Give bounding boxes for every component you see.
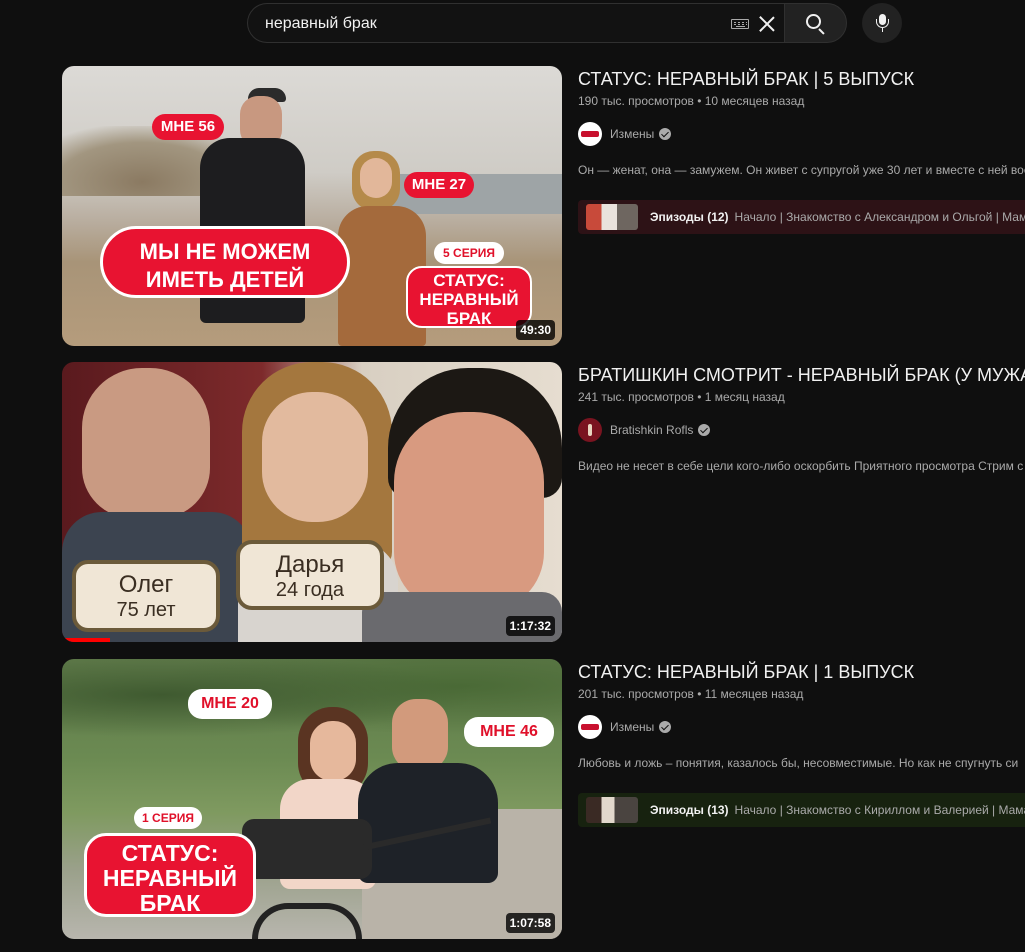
upload-age: 10 месяцев назад bbox=[704, 94, 805, 108]
channel-avatar[interactable] bbox=[578, 122, 602, 146]
episodes-strip[interactable]: Эпизоды (13) Начало | Знакомство с Кирил… bbox=[578, 793, 1025, 827]
view-count: 190 тыс. просмотров bbox=[578, 94, 694, 108]
search-icon bbox=[806, 14, 821, 29]
verified-icon bbox=[698, 424, 711, 436]
search-icon-handle bbox=[818, 28, 825, 35]
video-description: Он — женат, она — замужем. Он живет с су… bbox=[578, 163, 1025, 177]
watch-progress-bar bbox=[62, 638, 110, 642]
keyboard-icon[interactable] bbox=[731, 19, 749, 29]
channel-avatar[interactable] bbox=[578, 715, 602, 739]
video-title[interactable]: СТАТУС: НЕРАВНЫЙ БРАК | 5 ВЫПУСК bbox=[578, 69, 914, 90]
thumb-label-age-right: МНЕ 27 bbox=[404, 172, 474, 198]
upload-age: 1 месяц назад bbox=[704, 390, 785, 404]
thumb-nameplate: Дарья 24 года bbox=[236, 540, 384, 610]
video-duration: 49:30 bbox=[516, 320, 555, 340]
channel-link[interactable]: Измены bbox=[578, 715, 672, 739]
thumb-show-title: СТАТУС: НЕРАВНЫЙ БРАК bbox=[84, 833, 256, 917]
clear-icon[interactable] bbox=[757, 14, 777, 34]
video-result[interactable]: МНЕ 56 МНЕ 27 МЫ НЕ МОЖЕМ ИМЕТЬ ДЕТЕЙ 5 … bbox=[62, 66, 1025, 346]
video-duration: 1:07:58 bbox=[505, 913, 555, 933]
episodes-thumbnail bbox=[586, 797, 638, 823]
channel-name[interactable]: Измены bbox=[610, 127, 654, 141]
thumb-label-age-left: МНЕ 56 bbox=[152, 114, 224, 140]
video-title[interactable]: СТАТУС: НЕРАВНЫЙ БРАК | 1 ВЫПУСК bbox=[578, 662, 914, 683]
video-thumbnail[interactable]: МНЕ 56 МНЕ 27 МЫ НЕ МОЖЕМ ИМЕТЬ ДЕТЕЙ 5 … bbox=[62, 66, 562, 346]
episodes-label: Эпизоды (12) bbox=[650, 210, 729, 224]
video-description: Видео не несет в себе цели кого-либо оск… bbox=[578, 459, 1024, 473]
thumb-label-age-right: МНЕ 46 bbox=[464, 717, 554, 747]
episodes-list: Начало | Знакомство с Александром и Ольг… bbox=[734, 210, 1025, 224]
video-description: Любовь и ложь – понятия, казалось бы, не… bbox=[578, 756, 1019, 770]
video-duration: 1:17:32 bbox=[505, 616, 555, 636]
view-count: 201 тыс. просмотров bbox=[578, 687, 694, 701]
verified-icon bbox=[659, 128, 672, 140]
thumb-headline: МЫ НЕ МОЖЕМ ИМЕТЬ ДЕТЕЙ bbox=[100, 226, 350, 298]
thumb-show-title: СТАТУС: НЕРАВНЫЙ БРАК bbox=[406, 266, 532, 328]
upload-age: 11 месяцев назад bbox=[704, 687, 804, 701]
video-meta: 241 тыс. просмотров • 1 месяц назад bbox=[578, 390, 785, 404]
episodes-label: Эпизоды (13) bbox=[650, 803, 729, 817]
video-result[interactable]: МНЕ 20 МНЕ 46 1 СЕРИЯ СТАТУС: НЕРАВНЫЙ Б… bbox=[62, 659, 1025, 939]
channel-link[interactable]: Bratishkin Rofls bbox=[578, 418, 711, 442]
video-thumbnail[interactable]: Олег 75 лет Дарья 24 года 1:17:32 bbox=[62, 362, 562, 642]
verified-icon bbox=[659, 721, 672, 733]
video-result[interactable]: Олег 75 лет Дарья 24 года 1:17:32 БРАТИШ… bbox=[62, 362, 1025, 642]
search-input[interactable]: неравный брак bbox=[247, 3, 784, 43]
video-thumbnail[interactable]: МНЕ 20 МНЕ 46 1 СЕРИЯ СТАТУС: НЕРАВНЫЙ Б… bbox=[62, 659, 562, 939]
thumb-series-label: 1 СЕРИЯ bbox=[134, 807, 202, 829]
top-bar: неравный брак bbox=[0, 0, 1025, 52]
episodes-list: Начало | Знакомство с Кириллом и Валерие… bbox=[734, 803, 1025, 817]
search-button[interactable] bbox=[784, 3, 847, 43]
video-meta: 190 тыс. просмотров • 10 месяцев назад bbox=[578, 94, 805, 108]
video-meta: 201 тыс. просмотров • 11 месяцев назад bbox=[578, 687, 804, 701]
search-query[interactable]: неравный брак bbox=[265, 15, 377, 33]
channel-name[interactable]: Измены bbox=[610, 720, 654, 734]
thumb-series-label: 5 СЕРИЯ bbox=[434, 242, 504, 264]
channel-avatar[interactable] bbox=[578, 418, 602, 442]
thumb-nameplate: Олег 75 лет bbox=[72, 560, 220, 632]
video-title[interactable]: БРАТИШКИН СМОТРИТ - НЕРАВНЫЙ БРАК (У МУЖ… bbox=[578, 365, 1025, 386]
channel-name[interactable]: Bratishkin Rofls bbox=[610, 423, 693, 437]
episodes-thumbnail bbox=[586, 204, 638, 230]
channel-link[interactable]: Измены bbox=[578, 122, 672, 146]
thumb-label-age-left: МНЕ 20 bbox=[188, 689, 272, 719]
view-count: 241 тыс. просмотров bbox=[578, 390, 694, 404]
voice-search-button[interactable] bbox=[862, 3, 902, 43]
episodes-strip[interactable]: Эпизоды (12) Начало | Знакомство с Алекс… bbox=[578, 200, 1025, 234]
